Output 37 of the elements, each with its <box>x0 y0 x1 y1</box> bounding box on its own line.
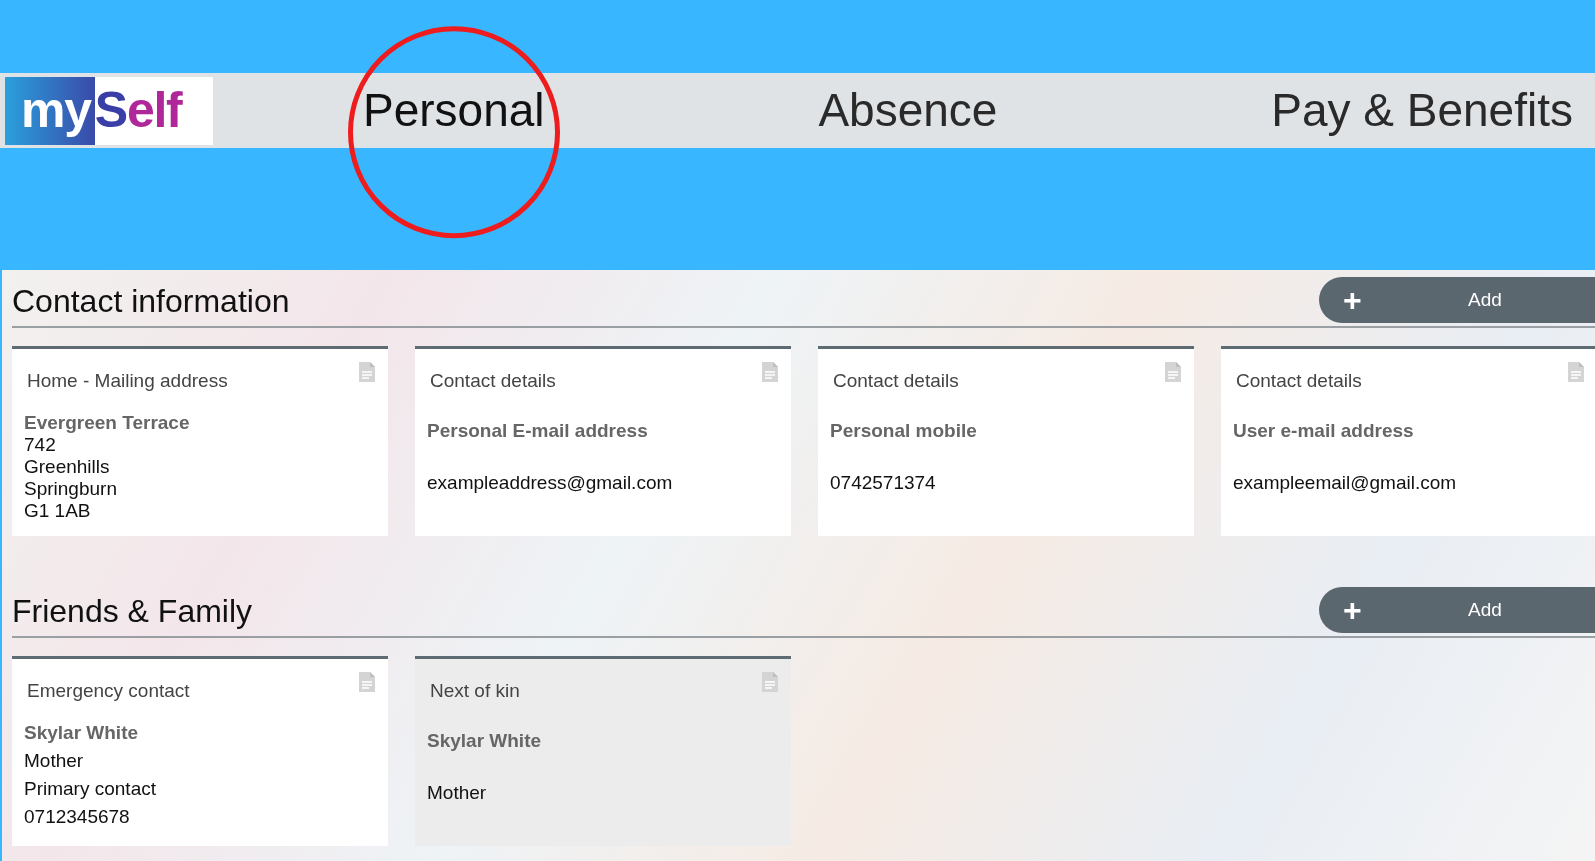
nav-tab[interactable]: Pay & Benefits <box>1271 84 1573 136</box>
field-value: G1 1AB <box>24 499 92 522</box>
field-value: Greenhills <box>24 455 111 478</box>
field-value: Springburn <box>24 477 118 500</box>
field-label: Evergreen Terrace <box>24 411 191 434</box>
card-title: Home - Mailing address <box>27 369 228 393</box>
field-value: Mother <box>24 749 85 772</box>
nav-tab[interactable]: Personal <box>363 84 545 136</box>
field-label: Personal E-mail address <box>427 419 649 442</box>
card-title: Emergency contact <box>27 679 190 703</box>
field-label: Skylar White <box>24 721 140 744</box>
card-title: Next of kin <box>430 679 520 703</box>
section-title: Friends & Family <box>12 592 253 631</box>
field-value: 742 <box>24 433 57 456</box>
field-value: 0742571374 <box>830 471 937 494</box>
document-icon <box>1567 361 1585 383</box>
section-title: Contact information <box>12 282 290 321</box>
logo: mySelf <box>5 76 213 145</box>
document-icon <box>761 671 779 693</box>
card-title: Contact details <box>430 369 556 393</box>
card-title: Contact details <box>833 369 959 393</box>
field-value: exampleaddress@gmail.com <box>427 471 674 494</box>
add-button[interactable]: + Add <box>1319 277 1595 323</box>
field-value: exampleemail@gmail.com <box>1233 471 1458 494</box>
field-label: Skylar White <box>427 729 543 752</box>
nav-tab[interactable]: Absence <box>818 84 998 136</box>
document-icon <box>358 361 376 383</box>
field-label: User e-mail address <box>1233 419 1415 442</box>
document-icon <box>358 671 376 693</box>
add-button[interactable]: + Add <box>1319 587 1595 633</box>
field-value: 0712345678 <box>24 805 131 828</box>
field-value: Mother <box>427 781 488 804</box>
document-icon <box>761 361 779 383</box>
field-label: Personal mobile <box>830 419 978 442</box>
card-title: Contact details <box>1236 369 1362 393</box>
field-value: Primary contact <box>24 777 157 800</box>
document-icon <box>1164 361 1182 383</box>
